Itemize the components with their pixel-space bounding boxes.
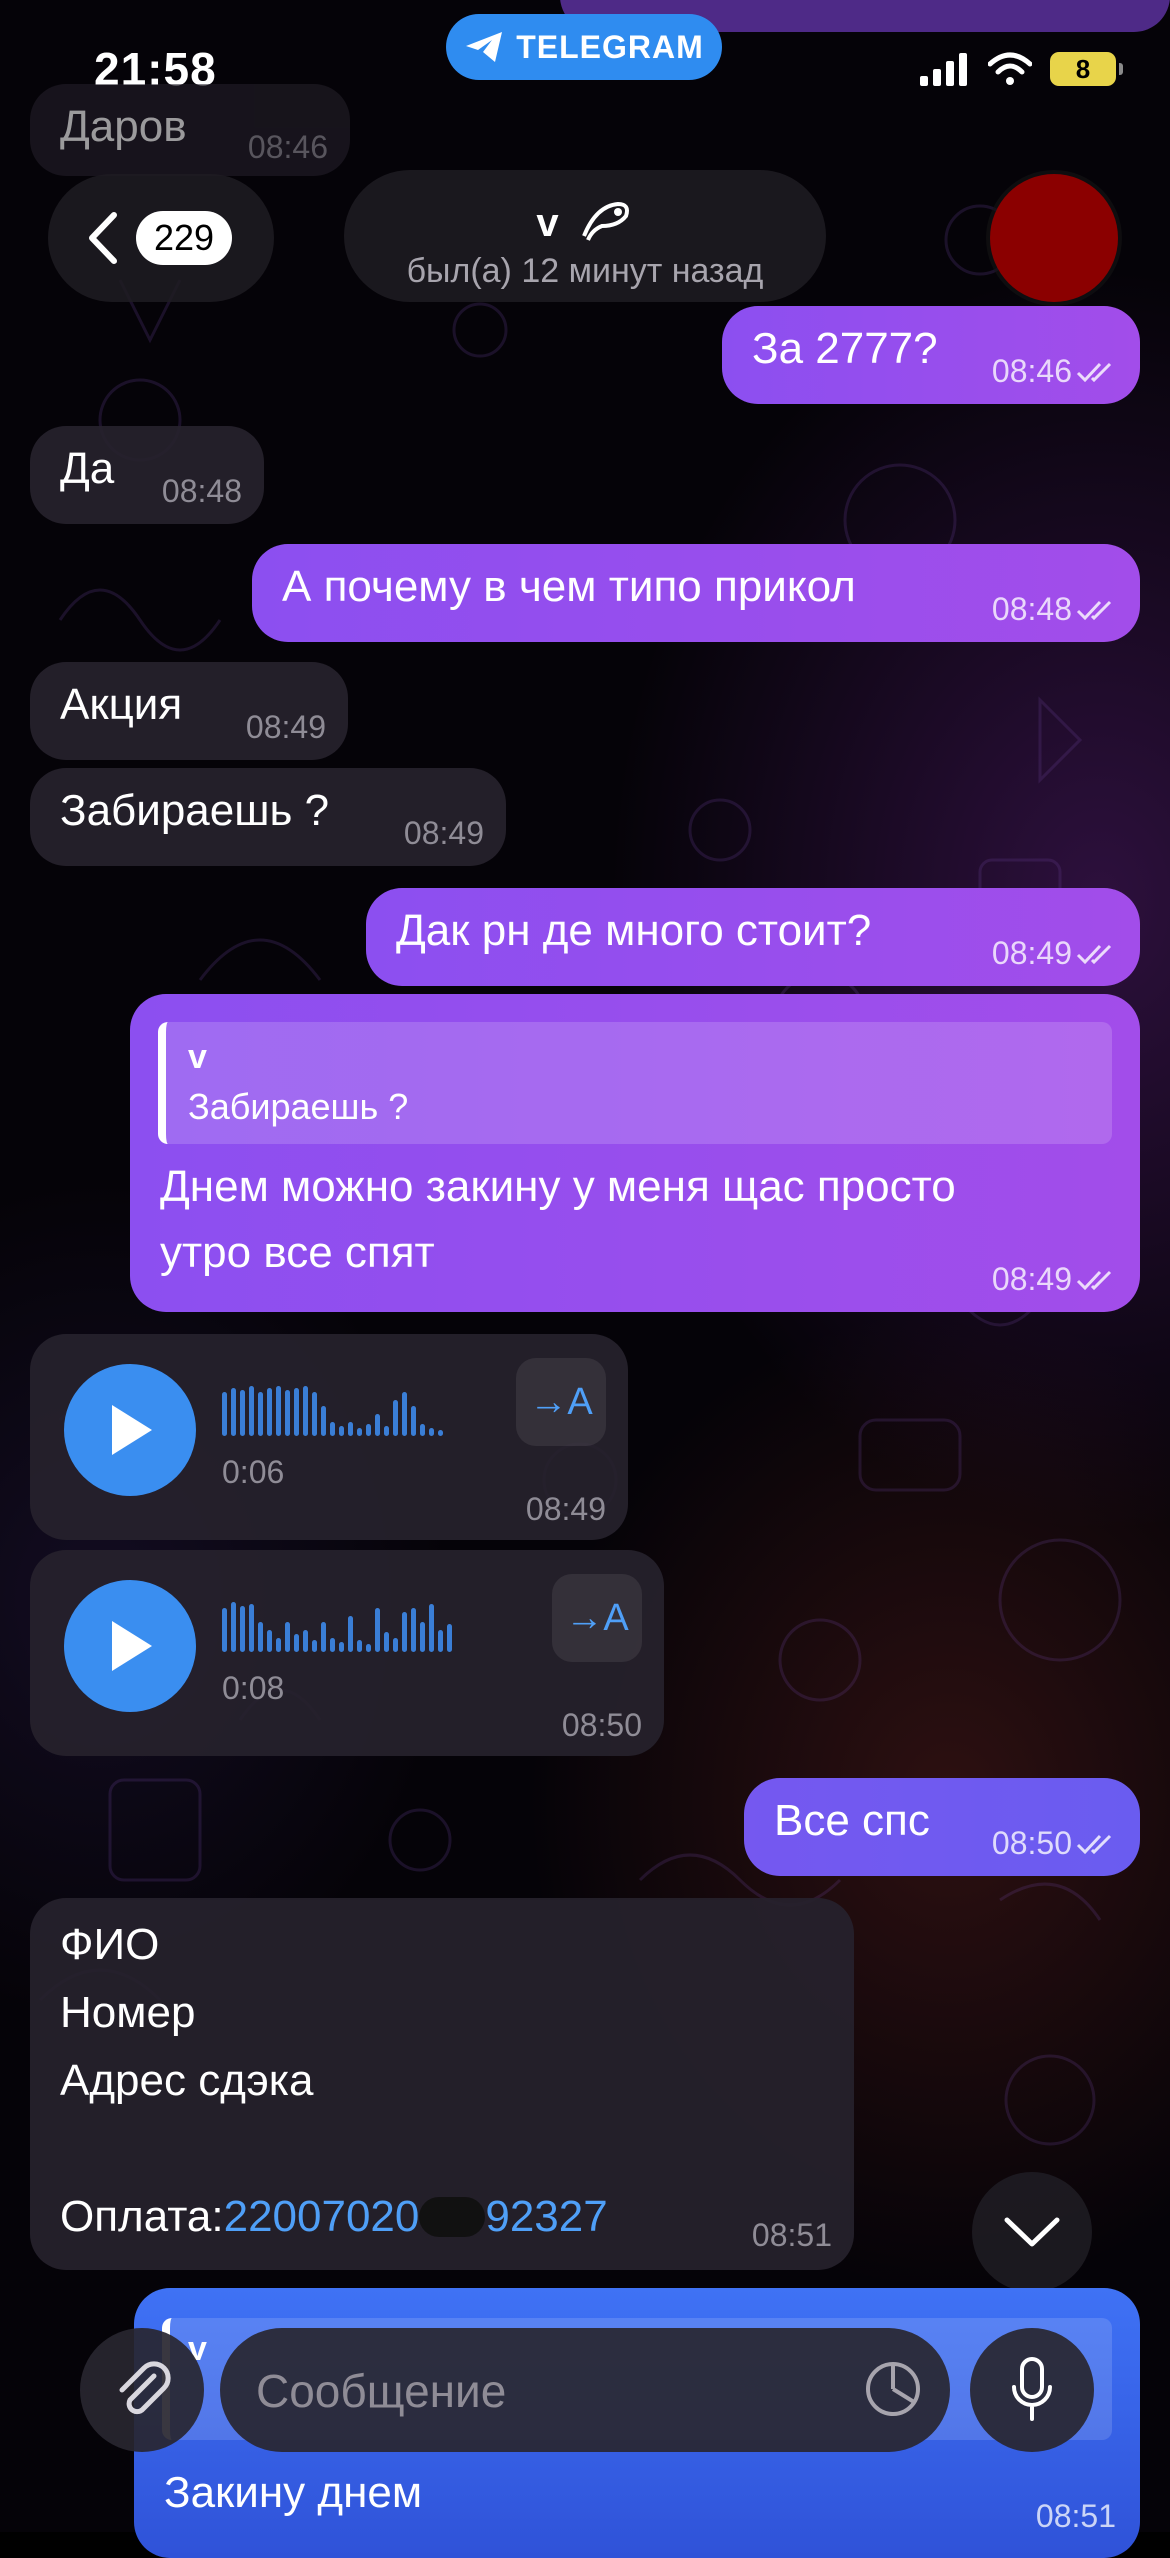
emoji-status-icon	[581, 201, 629, 241]
sticker-icon[interactable]	[862, 2358, 924, 2420]
double-check-icon	[1076, 362, 1112, 382]
last-seen: был(а) 12 минут назад	[406, 252, 764, 290]
microphone-button[interactable]	[970, 2328, 1094, 2452]
waveform[interactable]	[222, 1384, 443, 1436]
message-out[interactable]: Все спс 08:50	[744, 1778, 1140, 1876]
message-in[interactable]: Да 08:48	[30, 426, 264, 524]
voice-message[interactable]: 0:06 →A 08:49	[30, 1334, 628, 1540]
message-line-number: Номер	[60, 1988, 196, 2037]
play-button[interactable]	[64, 1580, 196, 1712]
message-text-line-1: Днем можно закину у меня щас просто	[160, 1162, 956, 1211]
message-in-multiline[interactable]: ФИО Номер Адрес сдэка Оплата:22007020 923…	[30, 1898, 854, 2270]
message-text: Акция	[60, 680, 183, 729]
message-out-reply[interactable]: v Забираешь ? Днем можно закину у меня щ…	[130, 994, 1140, 1312]
message-text: Да	[60, 444, 115, 493]
voice-duration: 0:08	[222, 1670, 285, 1706]
payment-line: Оплата:22007020 92327	[60, 2192, 608, 2242]
voice-duration: 0:06	[222, 1454, 285, 1490]
transcribe-button[interactable]: →A	[516, 1358, 606, 1446]
waveform[interactable]	[222, 1600, 452, 1652]
play-button[interactable]	[64, 1364, 196, 1496]
voice-message[interactable]: 0:08 →A 08:50	[30, 1550, 664, 1756]
message-time: 08:49	[525, 1491, 606, 1527]
chat-title[interactable]: v был(а) 12 минут назад	[344, 170, 826, 302]
message-text: А почему в чем типо прикол	[282, 562, 856, 611]
message-out[interactable]: А почему в чем типо прикол 08:48	[252, 544, 1140, 642]
message-time: 08:51	[751, 2217, 832, 2253]
contact-name: v	[536, 201, 559, 245]
message-placeholder: Сообщение	[256, 2365, 507, 2417]
message-time: 08:48	[991, 591, 1072, 627]
message-input[interactable]: Сообщение	[220, 2328, 950, 2452]
message-out[interactable]: За 2777? 08:46	[722, 306, 1140, 404]
telegram-pill[interactable]: TELEGRAM	[446, 14, 722, 80]
redaction-scribble	[419, 2197, 486, 2237]
paperclip-icon	[119, 2361, 171, 2415]
attach-button[interactable]	[80, 2328, 204, 2452]
message-time: 08:49	[991, 1261, 1072, 1297]
message-time: 08:50	[991, 1825, 1072, 1861]
message-text: Дак рн де много стоит?	[396, 906, 872, 955]
message-text: За 2777?	[752, 324, 938, 373]
pill-label: TELEGRAM	[516, 28, 704, 65]
message-in-0[interactable]: Даров 08:46	[30, 84, 350, 176]
signal-icon	[920, 53, 967, 86]
message-text: Все спс	[774, 1796, 930, 1845]
message-in[interactable]: Забираешь ? 08:49	[30, 768, 506, 866]
play-icon	[112, 1621, 152, 1671]
transcribe-button[interactable]: →A	[552, 1574, 642, 1662]
reply-author: v	[188, 1038, 207, 1076]
message-text: Закину днем	[164, 2468, 423, 2517]
double-check-icon	[1076, 1834, 1112, 1854]
message-line-fio: ФИО	[60, 1920, 160, 1969]
scroll-to-bottom-button[interactable]	[972, 2172, 1092, 2292]
battery-icon: 8	[1050, 52, 1123, 86]
message-time: 08:51	[1035, 2498, 1116, 2534]
wifi-icon	[988, 52, 1032, 85]
microphone-icon	[1012, 2357, 1052, 2421]
message-in[interactable]: Акция 08:49	[30, 662, 348, 760]
chevron-down-icon	[1004, 2217, 1060, 2247]
message-time: 08:46	[247, 129, 328, 165]
reply-text: Забираешь ?	[188, 1086, 409, 1127]
play-icon	[112, 1405, 152, 1455]
unread-count-badge: 229	[136, 211, 233, 265]
double-check-icon	[1076, 600, 1112, 620]
message-text: Даров	[60, 102, 187, 151]
avatar[interactable]	[990, 174, 1118, 302]
telegram-plane-icon	[466, 32, 503, 62]
card-number-link-part1[interactable]: 22007020	[224, 2192, 420, 2241]
message-text-line-2: утро все спят	[160, 1228, 435, 1277]
reply-quote[interactable]: v Забираешь ?	[158, 1022, 1112, 1144]
message-time: 08:49	[245, 709, 326, 745]
message-time: 08:49	[403, 815, 484, 851]
message-time: 08:49	[991, 935, 1072, 971]
double-check-icon	[1076, 1270, 1112, 1290]
message-text: Забираешь ?	[60, 786, 330, 835]
back-button[interactable]: 229	[48, 174, 274, 302]
card-number-link-part2[interactable]: 92327	[485, 2192, 607, 2241]
double-check-icon	[1076, 944, 1112, 964]
message-line-address: Адрес сдэка	[60, 2056, 314, 2105]
message-time: 08:46	[991, 353, 1072, 389]
message-out[interactable]: Дак рн де много стоит? 08:49	[366, 888, 1140, 986]
message-time: 08:50	[561, 1707, 642, 1743]
system-icons: 8	[920, 52, 1123, 86]
message-time: 08:48	[161, 473, 242, 509]
payment-label: Оплата:	[60, 2192, 224, 2241]
chevron-left-icon	[89, 212, 117, 264]
